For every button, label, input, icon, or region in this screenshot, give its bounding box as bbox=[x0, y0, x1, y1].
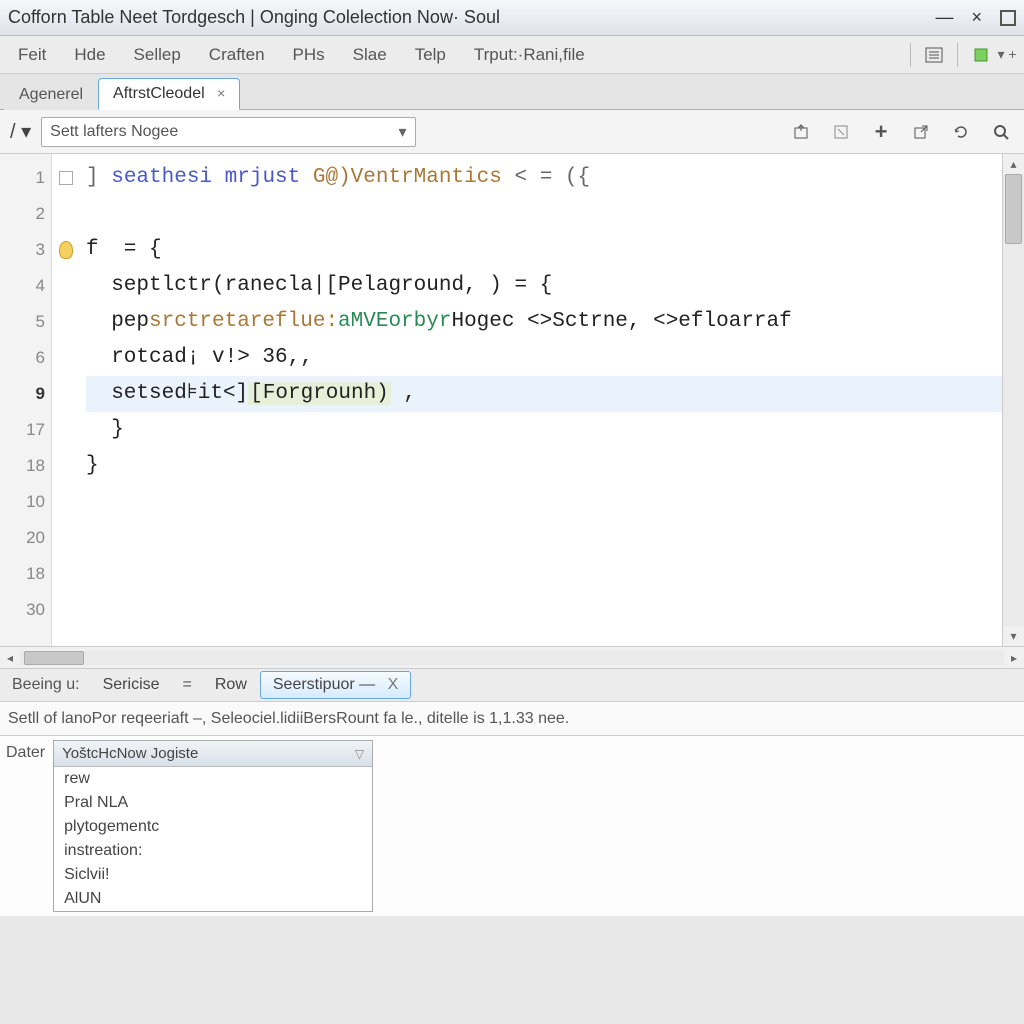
nav-back-icon[interactable]: / ▾ bbox=[6, 119, 35, 144]
line-number: 18 bbox=[0, 448, 45, 484]
symbol-combo[interactable]: Sett lafters Nogee ▾ bbox=[41, 117, 415, 147]
editor-area: 1 2 3 4 5 6 9 17 18 10 20 18 30 ] seathe… bbox=[0, 154, 1024, 646]
panel-label: Dater bbox=[6, 740, 45, 912]
menu-slae[interactable]: Slae bbox=[341, 41, 399, 69]
menu-feit[interactable]: Feit bbox=[6, 41, 58, 69]
menu-trput[interactable]: Trput:·Rani,file bbox=[462, 41, 597, 69]
menu-craften[interactable]: Craften bbox=[197, 41, 277, 69]
line-gutter: 1 2 3 4 5 6 9 17 18 10 20 18 30 bbox=[0, 154, 52, 646]
horizontal-scrollbar[interactable]: ◂ ▸ bbox=[0, 646, 1024, 668]
minimize-icon[interactable]: — bbox=[935, 7, 953, 28]
line-number: 10 bbox=[0, 484, 45, 520]
tab-aftrstcleodel[interactable]: AftrstCleodel × bbox=[98, 78, 240, 110]
line-number: 5 bbox=[0, 304, 45, 340]
chevron-down-icon[interactable]: ▽ bbox=[355, 747, 364, 761]
bottom-label: Beeing u: bbox=[2, 672, 90, 698]
menu-telp[interactable]: Telp bbox=[403, 41, 458, 69]
editor-toolbar: / ▾ Sett lafters Nogee ▾ + bbox=[0, 110, 1024, 154]
run-icon[interactable] bbox=[970, 44, 992, 66]
lightbulb-icon[interactable] bbox=[59, 241, 73, 259]
checkbox-marker-icon[interactable] bbox=[59, 171, 73, 185]
line-number: 6 bbox=[0, 340, 45, 376]
line-number: 3 bbox=[0, 232, 45, 268]
tab-close-icon[interactable]: X bbox=[388, 676, 399, 693]
bottom-tab-seerstipuor[interactable]: Seerstipuor — X bbox=[260, 671, 411, 699]
vertical-scrollbar[interactable]: ▴ ▾ bbox=[1002, 154, 1024, 646]
list-box: YoštcHcNow Jogiste ▽ rew Pral NLA plytog… bbox=[53, 740, 373, 912]
list-view-icon[interactable] bbox=[923, 44, 945, 66]
list-header[interactable]: YoštcHcNow Jogiste ▽ bbox=[54, 741, 372, 767]
line-number: 4 bbox=[0, 268, 45, 304]
window-controls: — × bbox=[935, 7, 1016, 28]
status-text: Setll of lanoPor reqeeriaft –, Seleociel… bbox=[8, 710, 569, 728]
bottom-eq: = bbox=[173, 672, 202, 698]
list-item[interactable]: Siclvii! bbox=[54, 863, 372, 887]
menu-hde[interactable]: Hde bbox=[62, 41, 117, 69]
bottom-tab-row[interactable]: Row bbox=[202, 671, 260, 699]
menu-phs[interactable]: PHs bbox=[281, 41, 337, 69]
maximize-icon[interactable] bbox=[1000, 10, 1016, 26]
scroll-thumb[interactable] bbox=[1005, 174, 1022, 244]
list-item[interactable]: Pral NLA bbox=[54, 791, 372, 815]
bottom-tabbar: Beeing u: Sericise = Row Seerstipuor — X bbox=[0, 668, 1024, 702]
scroll-track[interactable] bbox=[20, 651, 1004, 665]
line-number: 18 bbox=[0, 556, 45, 592]
list-header-label: YoštcHcNow Jogiste bbox=[62, 745, 198, 762]
scroll-left-icon[interactable]: ◂ bbox=[0, 651, 20, 665]
titlebar: Cofforn Table Neet Tordgesch | Onging Co… bbox=[0, 0, 1024, 36]
marker-gutter bbox=[52, 154, 80, 646]
refresh-icon[interactable] bbox=[944, 117, 978, 147]
window-title: Cofforn Table Neet Tordgesch | Onging Co… bbox=[8, 7, 935, 28]
menu-sellep[interactable]: Sellep bbox=[122, 41, 193, 69]
scroll-track[interactable] bbox=[1003, 174, 1024, 626]
list-item[interactable]: AlUN bbox=[54, 887, 372, 911]
edit-icon[interactable] bbox=[824, 117, 858, 147]
scroll-down-icon[interactable]: ▾ bbox=[1003, 626, 1024, 646]
tab-label: Agenerel bbox=[19, 86, 83, 103]
line-number: 17 bbox=[0, 412, 45, 448]
list-item[interactable]: rew bbox=[54, 767, 372, 791]
line-number: 9 bbox=[0, 376, 45, 412]
menubar: Feit Hde Sellep Craften PHs Slae Telp Tr… bbox=[0, 36, 1024, 74]
tab-agenerel[interactable]: Agenerel bbox=[4, 79, 98, 110]
tab-label: AftrstCleodel bbox=[113, 85, 205, 102]
bottom-panel: Dater YoštcHcNow Jogiste ▽ rew Pral NLA … bbox=[0, 736, 1024, 916]
search-icon[interactable] bbox=[984, 117, 1018, 147]
list-item[interactable]: plytogementc bbox=[54, 815, 372, 839]
scroll-thumb[interactable] bbox=[24, 651, 84, 665]
scroll-up-icon[interactable]: ▴ bbox=[1003, 154, 1024, 174]
add-icon[interactable]: ▾ + bbox=[996, 44, 1018, 66]
editor-tabbar: Agenerel AftrstCleodel × bbox=[0, 74, 1024, 110]
tab-close-icon[interactable]: × bbox=[217, 85, 225, 101]
chevron-down-icon: ▾ bbox=[399, 122, 407, 142]
plus-icon[interactable]: + bbox=[864, 117, 898, 147]
bottom-tab-sericise[interactable]: Sericise bbox=[90, 671, 173, 699]
status-bar: Setll of lanoPor reqeeriaft –, Seleociel… bbox=[0, 702, 1024, 736]
bottom-tab-label: Seerstipuor — bbox=[273, 676, 375, 693]
line-number: 20 bbox=[0, 520, 45, 556]
scroll-right-icon[interactable]: ▸ bbox=[1004, 651, 1024, 665]
list-item[interactable]: instreation: bbox=[54, 839, 372, 863]
line-number: 2 bbox=[0, 196, 45, 232]
symbol-combo-value: Sett lafters Nogee bbox=[50, 123, 398, 141]
line-number: 30 bbox=[0, 592, 45, 628]
code-editor[interactable]: ] seathesi mrjust G@)VentrMantics < = ({… bbox=[80, 154, 1002, 646]
line-number: 1 bbox=[0, 160, 45, 196]
export-icon[interactable] bbox=[784, 117, 818, 147]
popout-icon[interactable] bbox=[904, 117, 938, 147]
close-icon[interactable]: × bbox=[971, 7, 982, 28]
